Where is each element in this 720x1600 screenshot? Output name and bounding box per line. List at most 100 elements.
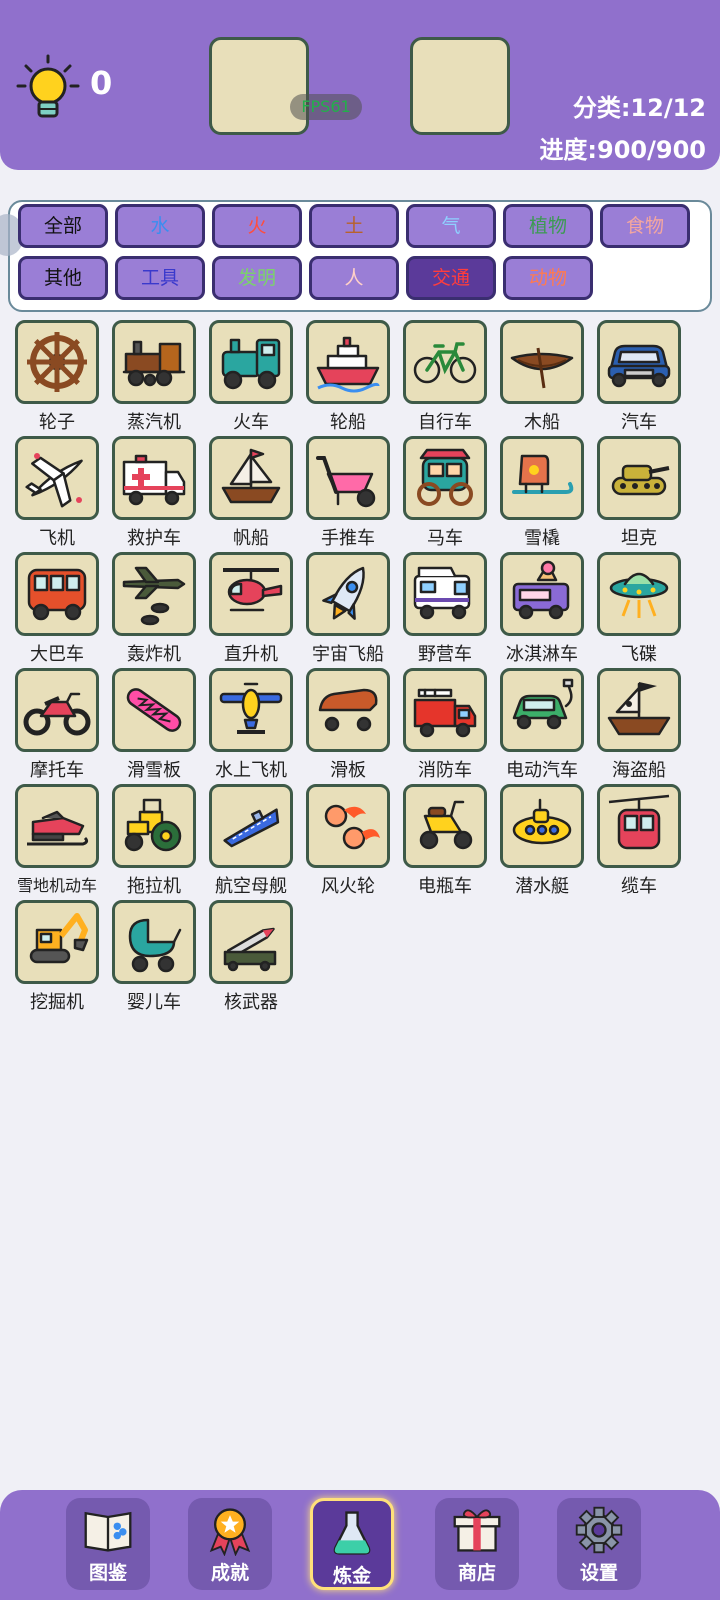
element-tile[interactable]	[403, 320, 487, 404]
element-tile[interactable]	[112, 900, 196, 984]
element-tile[interactable]	[500, 552, 584, 636]
filter-button[interactable]: 全部	[18, 204, 108, 248]
element-tile[interactable]	[500, 436, 584, 520]
element-card[interactable]: 轮船	[303, 320, 393, 434]
element-card[interactable]: 马车	[400, 436, 490, 550]
element-tile[interactable]	[403, 784, 487, 868]
element-card[interactable]: 雪橇	[497, 436, 587, 550]
element-card[interactable]: 轮子	[12, 320, 102, 434]
element-tile[interactable]	[15, 320, 99, 404]
element-card[interactable]: 直升机	[206, 552, 296, 666]
filter-button[interactable]: 动物	[503, 256, 593, 300]
element-card[interactable]: 冰淇淋车	[497, 552, 587, 666]
element-card[interactable]: 摩托车	[12, 668, 102, 782]
element-name: 轮子	[39, 412, 75, 433]
element-tile[interactable]	[15, 552, 99, 636]
nav-flask-button[interactable]: 炼金	[310, 1498, 394, 1590]
element-tile[interactable]	[306, 320, 390, 404]
element-tile[interactable]	[112, 436, 196, 520]
filter-button[interactable]: 水	[115, 204, 205, 248]
element-card[interactable]: 轰炸机	[109, 552, 199, 666]
element-card[interactable]: 木船	[497, 320, 587, 434]
filter-button[interactable]: 人	[309, 256, 399, 300]
element-card[interactable]: 雪地机动车	[12, 784, 102, 896]
element-card[interactable]: 野营车	[400, 552, 490, 666]
element-card[interactable]: 消防车	[400, 668, 490, 782]
element-tile[interactable]	[597, 784, 681, 868]
lightbulb-icon[interactable]	[16, 52, 80, 122]
element-tile[interactable]	[112, 320, 196, 404]
element-card[interactable]: 滑板	[303, 668, 393, 782]
element-tile[interactable]	[306, 436, 390, 520]
element-tile[interactable]	[306, 784, 390, 868]
filter-button[interactable]: 其他	[18, 256, 108, 300]
element-card[interactable]: 航空母舰	[206, 784, 296, 898]
element-tile[interactable]	[597, 320, 681, 404]
element-tile[interactable]	[597, 436, 681, 520]
element-card[interactable]: 水上飞机	[206, 668, 296, 782]
element-card[interactable]: 手推车	[303, 436, 393, 550]
element-card[interactable]: 潜水艇	[497, 784, 587, 898]
element-card[interactable]: 电瓶车	[400, 784, 490, 898]
element-tile[interactable]	[209, 436, 293, 520]
element-card[interactable]: 宇宙飞船	[303, 552, 393, 666]
element-card[interactable]: 自行车	[400, 320, 490, 434]
filter-button[interactable]: 食物	[600, 204, 690, 248]
element-tile[interactable]	[15, 900, 99, 984]
element-card[interactable]: 电动汽车	[497, 668, 587, 782]
element-tile[interactable]	[209, 900, 293, 984]
filter-button[interactable]: 土	[309, 204, 399, 248]
element-tile[interactable]	[112, 668, 196, 752]
element-tile[interactable]	[403, 552, 487, 636]
element-tile[interactable]	[500, 784, 584, 868]
element-tile[interactable]	[306, 552, 390, 636]
element-tile[interactable]	[500, 320, 584, 404]
element-tile[interactable]	[209, 320, 293, 404]
element-card[interactable]: 婴儿车	[109, 900, 199, 1014]
filter-button[interactable]: 气	[406, 204, 496, 248]
element-tile[interactable]	[209, 668, 293, 752]
element-card[interactable]: 拖拉机	[109, 784, 199, 898]
filter-button[interactable]: 发明	[212, 256, 302, 300]
element-card[interactable]: 海盗船	[594, 668, 684, 782]
element-card[interactable]: 缆车	[594, 784, 684, 898]
element-tile[interactable]	[15, 668, 99, 752]
book-icon	[84, 1511, 132, 1552]
element-card[interactable]: 火车	[206, 320, 296, 434]
fire-truck-icon	[413, 688, 477, 738]
element-tile[interactable]	[15, 784, 99, 868]
filter-button[interactable]: 植物	[503, 204, 593, 248]
element-card[interactable]: 飞机	[12, 436, 102, 550]
element-tile[interactable]	[403, 436, 487, 520]
element-tile[interactable]	[209, 552, 293, 636]
element-tile[interactable]	[15, 436, 99, 520]
element-card[interactable]: 帆船	[206, 436, 296, 550]
element-tile[interactable]	[112, 784, 196, 868]
element-tile[interactable]	[597, 552, 681, 636]
element-card[interactable]: 滑雪板	[109, 668, 199, 782]
filter-button[interactable]: 火	[212, 204, 302, 248]
combine-slot-left[interactable]	[209, 37, 309, 135]
element-tile[interactable]	[306, 668, 390, 752]
nav-medal-button[interactable]: 成就	[188, 1498, 272, 1590]
element-card[interactable]: 风火轮	[303, 784, 393, 898]
element-card[interactable]: 救护车	[109, 436, 199, 550]
nav-book-button[interactable]: 图鉴	[66, 1498, 150, 1590]
element-card[interactable]: 核武器	[206, 900, 296, 1014]
element-card[interactable]: 挖掘机	[12, 900, 102, 1014]
element-card[interactable]: 蒸汽机	[109, 320, 199, 434]
element-tile[interactable]	[403, 668, 487, 752]
element-card[interactable]: 汽车	[594, 320, 684, 434]
nav-gear-button[interactable]: 设置	[557, 1498, 641, 1590]
filter-button[interactable]: 交通	[406, 256, 496, 300]
filter-button[interactable]: 工具	[115, 256, 205, 300]
nav-gift-button[interactable]: 商店	[435, 1498, 519, 1590]
element-card[interactable]: 飞碟	[594, 552, 684, 666]
element-tile[interactable]	[112, 552, 196, 636]
element-card[interactable]: 坦克	[594, 436, 684, 550]
element-tile[interactable]	[209, 784, 293, 868]
element-tile[interactable]	[500, 668, 584, 752]
element-tile[interactable]	[597, 668, 681, 752]
element-card[interactable]: 大巴车	[12, 552, 102, 666]
combine-slot-right[interactable]	[410, 37, 510, 135]
